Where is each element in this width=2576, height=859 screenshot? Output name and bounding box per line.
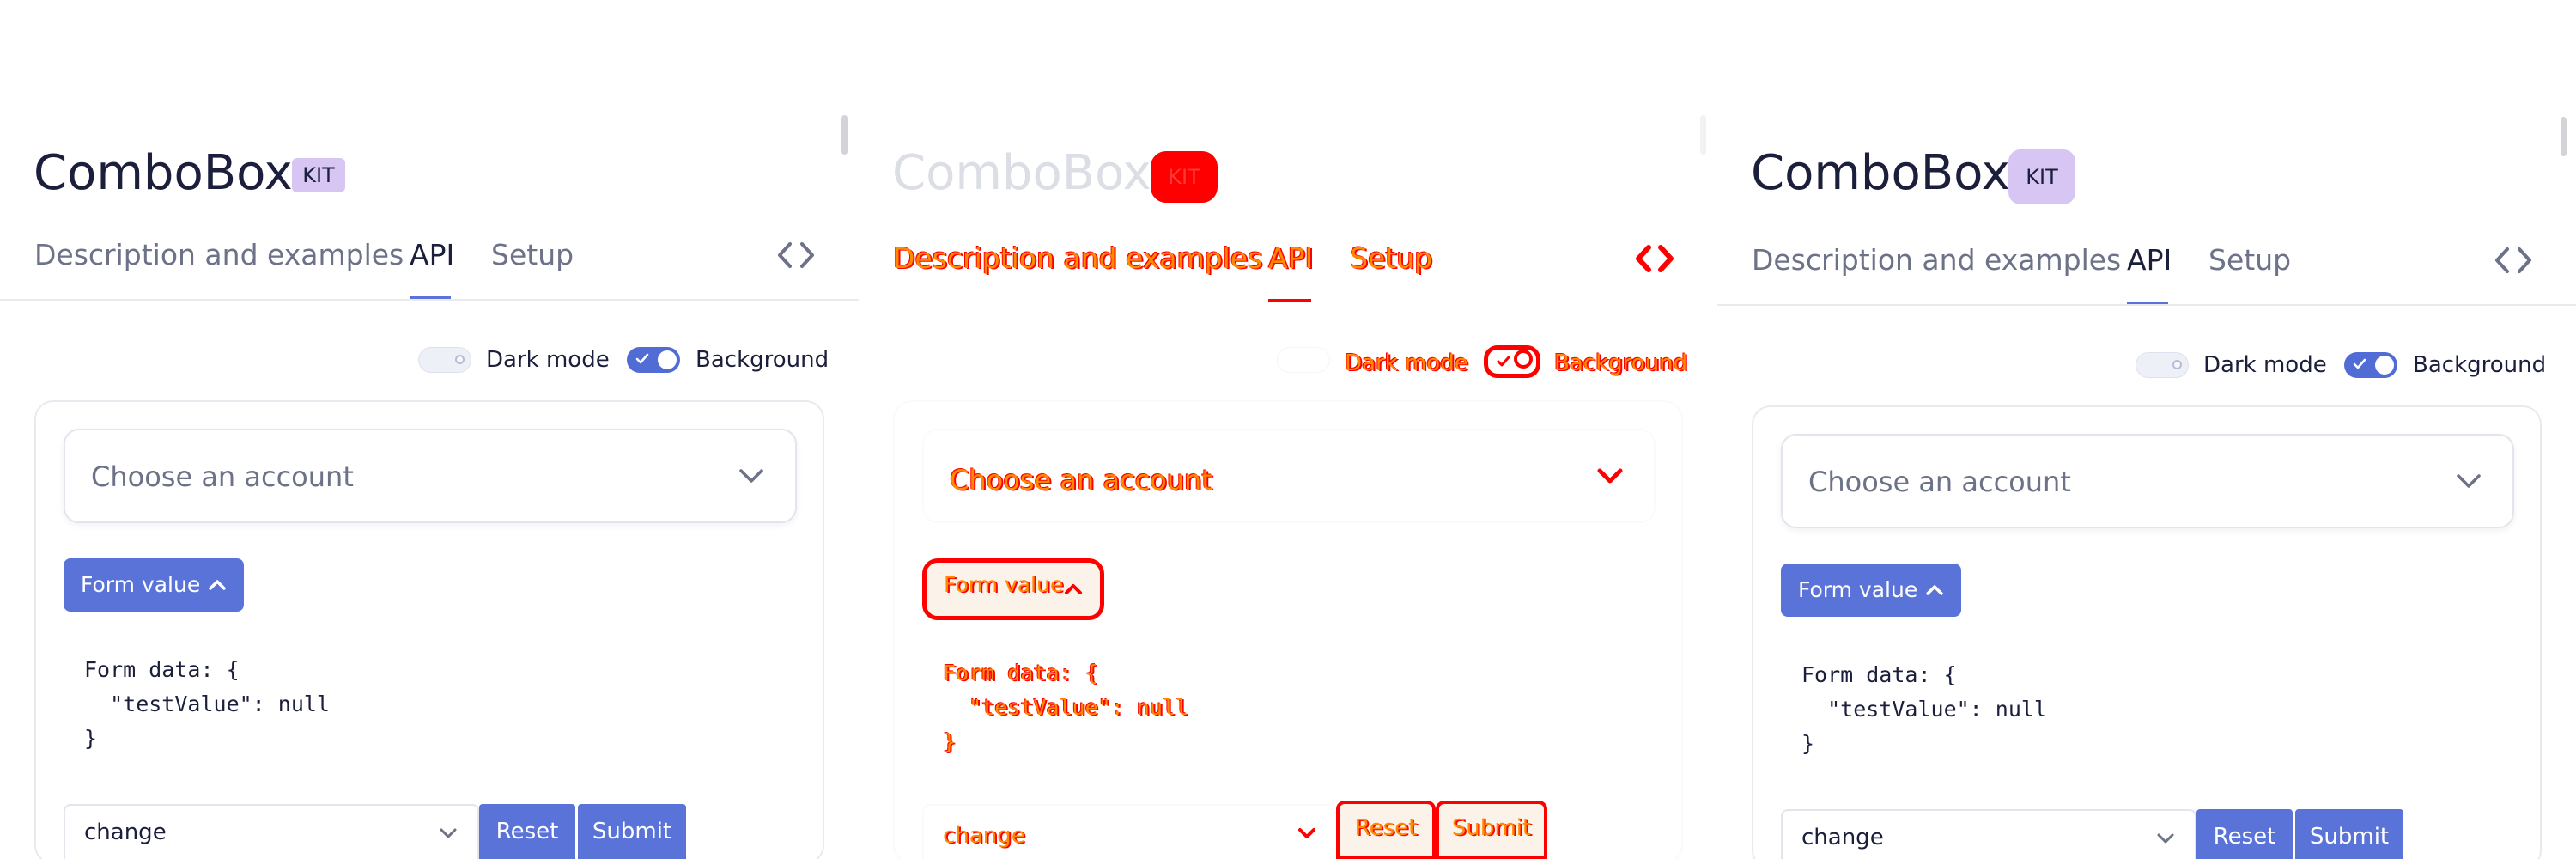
chevron-down-icon[interactable] bbox=[1595, 461, 1625, 490]
tab-setup[interactable]: Setup bbox=[1350, 237, 1432, 280]
dark-mode-label: Dark mode bbox=[486, 347, 610, 373]
page-title: ComboBox bbox=[892, 145, 1151, 201]
background-toggle[interactable] bbox=[2344, 352, 2397, 378]
check-icon bbox=[2353, 358, 2366, 369]
chevron-up-icon bbox=[1065, 584, 1082, 594]
code-brackets-icon[interactable] bbox=[1631, 241, 1678, 277]
form-value-toggle-button[interactable]: Form value bbox=[922, 558, 1104, 620]
kit-badge: KIT bbox=[292, 158, 345, 192]
tab-api[interactable]: API bbox=[2127, 239, 2172, 282]
chevron-up-icon bbox=[209, 580, 226, 590]
tab-description-and-examples[interactable]: Description and examples bbox=[34, 234, 404, 277]
combobox-placeholder: Choose an account bbox=[91, 460, 354, 493]
chevron-down-icon bbox=[1298, 828, 1315, 838]
event-select-value: change bbox=[84, 819, 167, 845]
dark-mode-toggle[interactable] bbox=[418, 347, 471, 373]
form-data-line: Form data: { bbox=[84, 657, 240, 682]
background-label: Background bbox=[1554, 350, 1688, 376]
form-data-line: } bbox=[1801, 731, 1815, 756]
background-label: Background bbox=[2413, 352, 2547, 378]
dark-mode-label: Dark mode bbox=[1345, 350, 1468, 376]
event-select[interactable]: change bbox=[1781, 809, 2196, 859]
active-tab-indicator bbox=[1268, 296, 1311, 302]
tab-setup[interactable]: Setup bbox=[2208, 239, 2291, 282]
form-data-output: Form data: { "testValue": null } bbox=[84, 653, 330, 756]
page-title: ComboBox bbox=[33, 145, 293, 201]
event-select[interactable]: change bbox=[922, 804, 1338, 859]
account-combobox[interactable]: Choose an account bbox=[1781, 434, 2514, 528]
page-title: ComboBox bbox=[1751, 145, 2010, 201]
event-select-value: change bbox=[1801, 825, 1884, 850]
tab-api[interactable]: API bbox=[410, 234, 454, 277]
combobox-placeholder: Choose an account bbox=[1808, 466, 2071, 498]
toggle-knob bbox=[658, 350, 677, 369]
panel-diff: ComboBox KIT Description and examples AP… bbox=[859, 0, 1717, 859]
comparison-stage: ComboBox KIT Description and examples AP… bbox=[0, 0, 2576, 859]
form-data-line: Form data: { bbox=[943, 661, 1098, 685]
submit-button[interactable]: Submit bbox=[2295, 809, 2403, 859]
chevron-down-icon[interactable] bbox=[737, 461, 766, 490]
form-data-line: } bbox=[943, 729, 957, 754]
dark-mode-toggle[interactable] bbox=[1277, 347, 1330, 373]
reset-button[interactable]: Reset bbox=[479, 804, 575, 859]
account-combobox[interactable]: Choose an account bbox=[922, 429, 1656, 523]
form-data-line: "testValue": null bbox=[1801, 697, 2047, 722]
kit-badge: KIT bbox=[2008, 149, 2075, 204]
check-icon bbox=[635, 353, 649, 364]
chevron-down-icon bbox=[2157, 833, 2174, 844]
combobox-placeholder: Choose an account bbox=[950, 464, 1212, 497]
kit-badge: KIT bbox=[1151, 151, 1218, 203]
toggle-knob bbox=[2375, 356, 2394, 375]
form-data-line: "testValue": null bbox=[943, 695, 1188, 720]
form-value-label: Form value bbox=[81, 572, 201, 597]
event-select-value: change bbox=[943, 823, 1025, 849]
account-combobox[interactable]: Choose an account bbox=[64, 429, 797, 523]
form-data-line: Form data: { bbox=[1801, 662, 1957, 687]
tab-api[interactable]: API bbox=[1268, 237, 1313, 280]
reset-button[interactable]: Reset bbox=[2196, 809, 2293, 859]
dark-mode-label: Dark mode bbox=[2203, 352, 2327, 378]
form-data-output: Form data: { "testValue": null } bbox=[1801, 658, 2047, 761]
toggle-knob bbox=[2172, 360, 2182, 369]
tabs-divider bbox=[1717, 304, 2576, 306]
scrollbar-thumb[interactable] bbox=[841, 115, 848, 155]
event-select[interactable]: change bbox=[64, 804, 479, 859]
scrollbar-thumb[interactable] bbox=[1700, 115, 1706, 155]
form-data-line: } bbox=[84, 726, 98, 751]
chevron-down-icon[interactable] bbox=[2454, 466, 2483, 496]
tab-description-and-examples[interactable]: Description and examples bbox=[893, 237, 1262, 280]
form-value-label: Form value bbox=[1798, 577, 1918, 602]
toggle-knob bbox=[1514, 350, 1533, 369]
background-toggle[interactable] bbox=[1484, 345, 1540, 378]
submit-button[interactable]: Submit bbox=[578, 804, 686, 859]
panel-expected: ComboBox KIT Description and examples AP… bbox=[0, 0, 859, 859]
scrollbar-thumb[interactable] bbox=[2561, 117, 2567, 156]
toggle-knob bbox=[455, 355, 465, 364]
tab-setup[interactable]: Setup bbox=[491, 234, 574, 277]
form-data-line: "testValue": null bbox=[84, 691, 330, 716]
code-brackets-icon[interactable] bbox=[773, 237, 819, 273]
code-brackets-icon[interactable] bbox=[2490, 242, 2537, 278]
reset-button[interactable]: Reset bbox=[1336, 801, 1436, 859]
form-value-toggle-button[interactable]: Form value bbox=[1781, 564, 1961, 617]
form-value-toggle-button[interactable]: Form value bbox=[64, 558, 244, 612]
chevron-down-icon bbox=[440, 828, 457, 838]
panel-actual: ComboBox KIT Description and examples AP… bbox=[1717, 0, 2576, 859]
background-toggle[interactable] bbox=[627, 347, 680, 373]
form-value-label: Form value bbox=[944, 572, 1064, 597]
background-label: Background bbox=[696, 347, 829, 373]
chevron-up-icon bbox=[1926, 585, 1943, 595]
check-icon bbox=[1497, 356, 1510, 367]
tab-description-and-examples[interactable]: Description and examples bbox=[1752, 239, 2121, 282]
tabs-divider bbox=[0, 299, 859, 301]
submit-button[interactable]: Submit bbox=[1436, 801, 1547, 859]
dark-mode-toggle[interactable] bbox=[2136, 352, 2189, 378]
form-data-output: Form data: { "testValue": null } bbox=[943, 656, 1188, 759]
